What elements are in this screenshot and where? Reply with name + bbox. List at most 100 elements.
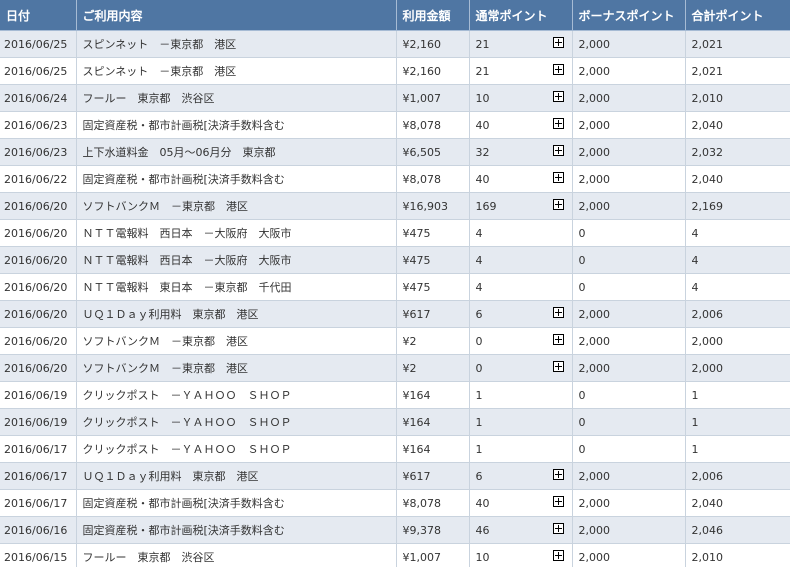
plus-square-icon[interactable] [552, 469, 564, 480]
bonus-points-cell-text: 0 [578, 442, 586, 456]
description-cell: クリックポスト －ＹＡＨＯＯ ＳＨＯＰ [76, 435, 397, 463]
total-points-cell: 2,046 [685, 516, 790, 544]
regular-points-cell-text: 4 [475, 226, 483, 240]
table-row: 2016/06/15 フールー 東京都 渋谷区 ¥1,007 10 2,000 2,010 [0, 543, 790, 567]
total-points-cell-text: 2,010 [691, 91, 724, 105]
plus-square-icon[interactable] [552, 199, 564, 210]
amount-cell-text: ¥8,078 [402, 172, 442, 186]
description-cell: 固定資産税・都市計画税[決済手数料含む [76, 489, 397, 517]
total-points-cell-text: 2,169 [691, 199, 724, 213]
date-cell: 2016/06/20 [0, 327, 77, 355]
plus-square-icon[interactable] [552, 91, 564, 102]
regular-points-cell: 6 [469, 300, 573, 328]
regular-points-cell-text: 4 [475, 253, 483, 267]
date-cell-text: 2016/06/17 [4, 496, 68, 510]
regular-points-cell-text: 1 [475, 415, 483, 429]
description-cell-text: クリックポスト －ＹＡＨＯＯ ＳＨＯＰ [82, 443, 292, 456]
total-points-cell: 2,006 [685, 462, 790, 490]
description-cell-text: フールー 東京都 渋谷区 [82, 551, 215, 564]
regular-points-cell: 1 [469, 408, 573, 436]
bonus-points-cell: 2,000 [572, 543, 686, 567]
plus-square-icon[interactable] [552, 37, 564, 48]
table-row: 2016/06/22 固定資産税・都市計画税[決済手数料含む ¥8,078 40 2,0… [0, 165, 790, 193]
plus-square-icon[interactable] [552, 145, 564, 156]
amount-cell: ¥475 [396, 273, 470, 301]
date-cell: 2016/06/25 [0, 30, 77, 58]
date-cell-text: 2016/06/20 [4, 280, 68, 294]
description-cell: ＮＴＴ電報料 西日本 －大阪府 大阪市 [76, 219, 397, 247]
description-cell-text: スピンネット －東京都 港区 [82, 38, 237, 51]
amount-cell-text: ¥2 [402, 334, 417, 348]
plus-square-icon[interactable] [552, 64, 564, 75]
date-cell-text: 2016/06/15 [4, 550, 68, 564]
bonus-points-cell-text: 2,000 [578, 361, 611, 375]
date-cell-text: 2016/06/20 [4, 307, 68, 321]
date-cell: 2016/06/25 [0, 57, 77, 85]
description-cell-text: 上下水道料金 05月～06月分 東京都 [82, 146, 276, 159]
total-points-cell-text: 1 [691, 415, 699, 429]
plus-square-icon[interactable] [552, 307, 564, 318]
amount-cell: ¥8,078 [396, 165, 470, 193]
plus-square-icon[interactable] [552, 118, 564, 129]
description-cell-text: スピンネット －東京都 港区 [82, 65, 237, 78]
bonus-points-cell: 2,000 [572, 138, 686, 166]
description-cell: スピンネット －東京都 港区 [76, 30, 397, 58]
amount-cell: ¥8,078 [396, 489, 470, 517]
total-points-cell: 2,021 [685, 30, 790, 58]
date-cell: 2016/06/17 [0, 489, 77, 517]
regular-points-cell-text: 21 [475, 64, 490, 78]
table-row: 2016/06/19 クリックポスト －ＹＡＨＯＯ ＳＨＯＰ ¥164 1 0 1 [0, 381, 790, 409]
amount-cell: ¥475 [396, 246, 470, 274]
bonus-points-cell: 2,000 [572, 354, 686, 382]
bonus-points-cell-text: 2,000 [578, 523, 611, 537]
date-cell: 2016/06/20 [0, 246, 77, 274]
header-regular-points: 通常ポイント [469, 0, 573, 31]
description-cell: クリックポスト －ＹＡＨＯＯ ＳＨＯＰ [76, 381, 397, 409]
total-points-cell: 1 [685, 381, 790, 409]
regular-points-cell: 40 [469, 165, 573, 193]
bonus-points-cell-text: 0 [578, 280, 586, 294]
date-cell-text: 2016/06/19 [4, 388, 68, 402]
amount-cell-text: ¥6,505 [402, 145, 442, 159]
table-row: 2016/06/25 スピンネット －東京都 港区 ¥2,160 21 2,000 2,0… [0, 57, 790, 85]
total-points-cell: 4 [685, 273, 790, 301]
regular-points-cell-text: 169 [475, 199, 497, 213]
plus-square-icon[interactable] [552, 496, 564, 507]
plus-square-icon[interactable] [552, 523, 564, 534]
table-body: 2016/06/25 スピンネット －東京都 港区 ¥2,160 21 2,000 2,0… [0, 30, 790, 567]
plus-square-icon[interactable] [552, 361, 564, 372]
date-cell-text: 2016/06/20 [4, 361, 68, 375]
regular-points-cell-text: 0 [475, 334, 483, 348]
amount-cell: ¥6,505 [396, 138, 470, 166]
bonus-points-cell: 0 [572, 273, 686, 301]
total-points-cell-text: 2,006 [691, 307, 724, 321]
plus-square-icon[interactable] [552, 334, 564, 345]
date-cell-text: 2016/06/20 [4, 334, 68, 348]
total-points-cell: 2,040 [685, 111, 790, 139]
bonus-points-cell: 2,000 [572, 84, 686, 112]
usage-history-table: 日付 ご利用内容 利用金額 通常ポイント ボーナスポイント 合計ポイント 201… [0, 0, 790, 567]
description-cell: 固定資産税・都市計画税[決済手数料含む [76, 111, 397, 139]
description-cell-text: ＮＴＴ電報料 西日本 －大阪府 大阪市 [82, 254, 292, 267]
amount-cell: ¥617 [396, 300, 470, 328]
description-cell: クリックポスト －ＹＡＨＯＯ ＳＨＯＰ [76, 408, 397, 436]
header-description: ご利用内容 [76, 0, 397, 31]
total-points-cell: 2,010 [685, 84, 790, 112]
plus-square-icon[interactable] [552, 172, 564, 183]
total-points-cell-text: 2,000 [691, 334, 724, 348]
table-row: 2016/06/20 ＵＱ１Ｄａｙ利用料 東京都 港区 ¥617 6 2,000 2,00… [0, 300, 790, 328]
amount-cell: ¥1,007 [396, 84, 470, 112]
date-cell-text: 2016/06/22 [4, 172, 68, 186]
date-cell: 2016/06/20 [0, 354, 77, 382]
table-row: 2016/06/20 ＮＴＴ電報料 西日本 －大阪府 大阪市 ¥475 4 0 4 [0, 246, 790, 274]
date-cell-text: 2016/06/20 [4, 226, 68, 240]
description-cell-text: ＮＴＴ電報料 西日本 －大阪府 大阪市 [82, 227, 292, 240]
amount-cell: ¥1,007 [396, 543, 470, 567]
total-points-cell-text: 2,006 [691, 469, 724, 483]
table-row: 2016/06/17 ＵＱ１Ｄａｙ利用料 東京都 港区 ¥617 6 2,000 2,00… [0, 462, 790, 490]
amount-cell-text: ¥1,007 [402, 550, 442, 564]
plus-square-icon[interactable] [552, 550, 564, 561]
bonus-points-cell: 0 [572, 246, 686, 274]
amount-cell-text: ¥164 [402, 442, 431, 456]
amount-cell-text: ¥2,160 [402, 64, 442, 78]
